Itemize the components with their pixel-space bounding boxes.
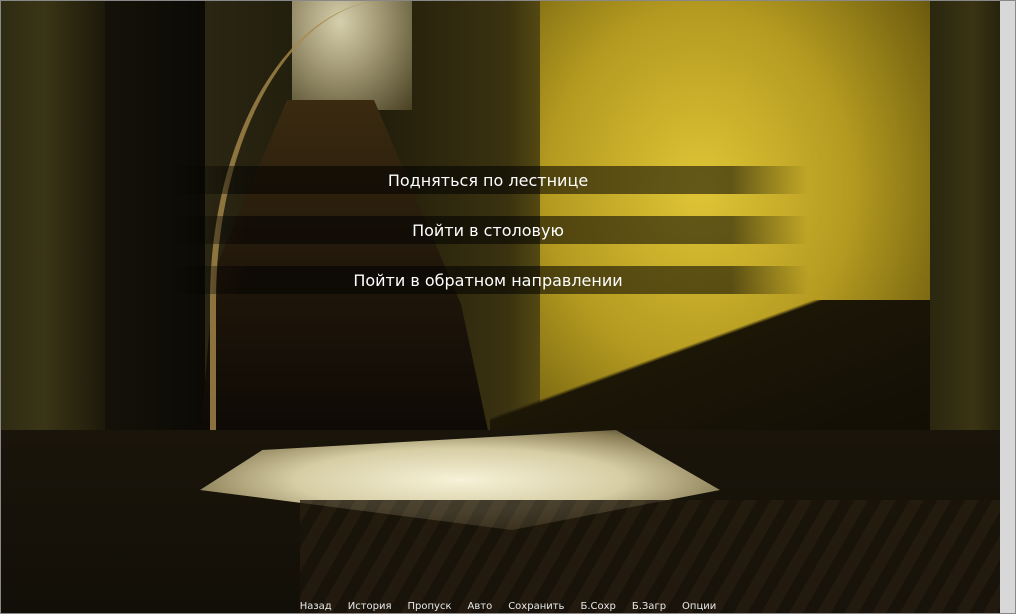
choice-button-dining-room[interactable]: Пойти в столовую [168,216,808,244]
choice-label: Пойти в обратном направлении [353,270,623,290]
quick-menu-back-button[interactable]: Назад [300,601,332,612]
quick-menu: Назад История Пропуск Авто Сохранить Б.С… [0,599,1016,613]
background-stair-railing [210,0,466,430]
background-floor-planks [300,500,1016,614]
quick-menu-auto-button[interactable]: Авто [468,601,493,612]
choice-button-go-back[interactable]: Пойти в обратном направлении [168,266,808,294]
quick-menu-options-button[interactable]: Опции [682,601,716,612]
quick-menu-history-button[interactable]: История [348,601,392,612]
choice-button-climb-stairs[interactable]: Подняться по лестнице [168,166,808,194]
game-scene[interactable]: Подняться по лестнице Пойти в столовую П… [0,0,1016,614]
quick-menu-quick-load-button[interactable]: Б.Загр [632,601,666,612]
background-window-edge [1000,0,1016,614]
quick-menu-quick-save-button[interactable]: Б.Сохр [580,601,615,612]
choice-label: Пойти в столовую [412,220,564,240]
quick-menu-save-button[interactable]: Сохранить [508,601,564,612]
choice-label: Подняться по лестнице [387,170,589,190]
quick-menu-skip-button[interactable]: Пропуск [408,601,452,612]
